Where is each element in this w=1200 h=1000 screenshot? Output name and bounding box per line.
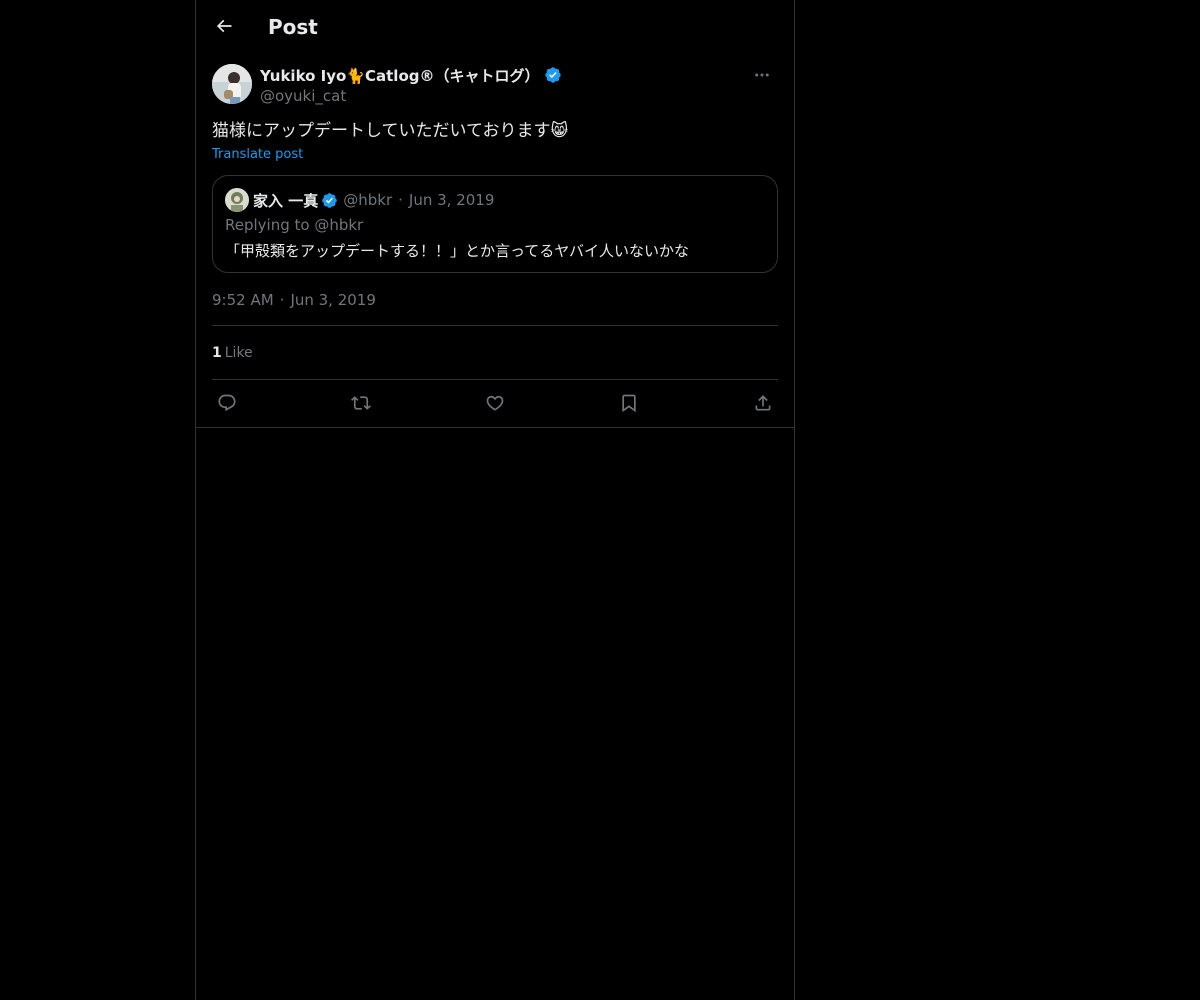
likes-label: Like xyxy=(224,345,253,361)
post-bottom-border xyxy=(196,427,794,428)
quoted-author-name: 家入 一真 xyxy=(253,191,319,210)
post-date[interactable]: Jun 3, 2019 xyxy=(290,291,375,309)
post-actions-bar xyxy=(212,390,778,416)
divider xyxy=(212,379,778,380)
page-header: Post xyxy=(196,0,794,53)
quoted-post-text: 「甲殻類をアップデートする！！」とか言ってるヤバイ人いないかな xyxy=(225,242,689,260)
reply-button[interactable] xyxy=(212,390,242,416)
author-display-name[interactable]: Yukiko Iyo🐈Catlog®（キャトログ） xyxy=(260,65,540,86)
divider xyxy=(212,325,778,326)
primary-column: Post Yukiko Iyo🐈Catlog®（キャトログ） @oyuki_ca… xyxy=(195,0,795,1000)
share-button[interactable] xyxy=(748,390,778,416)
reply-icon xyxy=(217,393,237,413)
post-text: 猫様にアップデートしていただいております😸 xyxy=(212,121,569,141)
translate-post-link[interactable]: Translate post xyxy=(212,147,303,162)
share-icon xyxy=(753,393,773,413)
author-handle[interactable]: @oyuki_cat xyxy=(260,86,562,106)
more-horizontal-icon xyxy=(753,66,771,84)
post-timestamp: 9:52 AM · Jun 3, 2019 xyxy=(212,291,376,309)
verified-badge-icon xyxy=(321,192,338,209)
likes-count: 1 xyxy=(212,345,222,361)
page-title: Post xyxy=(268,15,318,39)
arrow-left-icon xyxy=(214,16,234,36)
bookmark-icon xyxy=(619,393,639,413)
verified-badge-icon xyxy=(544,66,562,84)
bookmark-button[interactable] xyxy=(614,390,644,416)
separator-dot: · xyxy=(398,191,403,209)
post-time[interactable]: 9:52 AM xyxy=(212,291,274,309)
separator-dot: · xyxy=(279,291,285,309)
quoted-author-avatar xyxy=(225,188,249,212)
quoted-post[interactable]: 家入 一真 @hbkr · Jun 3, 2019 Replying to @h… xyxy=(212,175,778,273)
repost-button[interactable] xyxy=(346,390,376,416)
quoted-post-date: Jun 3, 2019 xyxy=(408,191,495,209)
likes-count-link[interactable]: 1 Like xyxy=(212,345,253,361)
repost-icon xyxy=(351,393,371,413)
author-info: Yukiko Iyo🐈Catlog®（キャトログ） @oyuki_cat xyxy=(260,64,562,106)
like-button[interactable] xyxy=(480,390,510,416)
back-button[interactable] xyxy=(208,10,240,42)
quoted-replying-to: Replying to @hbkr xyxy=(225,216,364,234)
more-button[interactable] xyxy=(746,64,778,86)
like-icon xyxy=(485,393,505,413)
author-avatar[interactable] xyxy=(212,64,252,104)
quoted-author-handle: @hbkr xyxy=(343,191,393,209)
